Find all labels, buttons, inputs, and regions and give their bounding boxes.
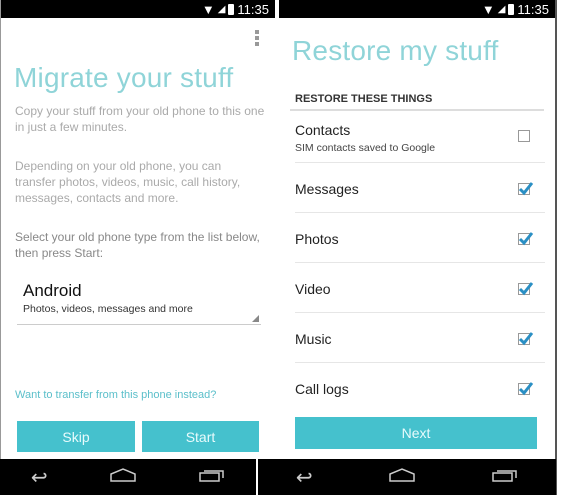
transfer-from-this-phone-link[interactable]: Want to transfer from this phone instead… bbox=[15, 389, 216, 401]
signal-icon: ◢ bbox=[217, 3, 226, 15]
page-title: Migrate your stuff bbox=[14, 62, 234, 93]
item-label: Call logs bbox=[295, 381, 349, 397]
dropdown-description: Photos, videos, messages and more bbox=[23, 303, 193, 315]
item-sublabel: SIM contacts saved to Google bbox=[295, 142, 436, 154]
unchecked-checkbox[interactable] bbox=[518, 130, 530, 142]
navigation-bar: ↩ bbox=[258, 459, 556, 495]
battery-icon bbox=[228, 3, 235, 15]
restore-item-messages[interactable]: Messages bbox=[295, 163, 545, 213]
checkmark-icon bbox=[518, 382, 534, 396]
restore-item-contacts[interactable]: Contacts SIM contacts saved to Google bbox=[295, 113, 545, 163]
checkmark-icon bbox=[518, 182, 534, 196]
battery-icon bbox=[508, 3, 515, 15]
status-bar: ▼ ◢ 11:35 bbox=[279, 0, 555, 18]
signal-icon: ◢ bbox=[497, 3, 506, 15]
restore-item-photos[interactable]: Photos bbox=[295, 213, 545, 263]
wifi-icon: ▼ bbox=[481, 1, 495, 17]
skip-button[interactable]: Skip bbox=[17, 421, 135, 452]
item-label: Contacts bbox=[295, 122, 351, 138]
restore-item-call-logs[interactable]: Call logs bbox=[295, 363, 545, 413]
recent-apps-icon[interactable] bbox=[492, 468, 518, 487]
back-icon[interactable]: ↩ bbox=[296, 465, 313, 490]
home-icon[interactable] bbox=[109, 467, 137, 487]
phone-type-dropdown[interactable]: Android Photos, videos, messages and mor… bbox=[17, 280, 261, 325]
clock: 11:35 bbox=[237, 1, 269, 17]
restore-item-video[interactable]: Video bbox=[295, 263, 545, 313]
item-label: Video bbox=[295, 281, 331, 297]
home-icon[interactable] bbox=[388, 467, 416, 487]
migrate-screen: ▼ ◢ 11:35 Migrate your stuff Copy your s… bbox=[0, 0, 275, 495]
checked-checkbox[interactable] bbox=[518, 332, 534, 346]
checked-checkbox[interactable] bbox=[518, 232, 534, 246]
checkmark-icon bbox=[518, 282, 534, 296]
instruction-text: Select your old phone type from the list… bbox=[15, 230, 260, 260]
dropdown-selected: Android bbox=[23, 281, 82, 300]
checked-checkbox[interactable] bbox=[518, 182, 534, 196]
dropdown-arrow-icon bbox=[252, 315, 259, 322]
restore-screen: ▼ ◢ 11:35 Restore my stuff RESTORE THESE… bbox=[279, 0, 557, 495]
status-bar: ▼ ◢ 11:35 bbox=[1, 0, 275, 18]
recent-apps-icon[interactable] bbox=[199, 468, 225, 487]
next-button[interactable]: Next bbox=[295, 417, 537, 449]
restore-item-music[interactable]: Music bbox=[295, 313, 545, 363]
start-button[interactable]: Start bbox=[142, 421, 259, 452]
item-label: Messages bbox=[295, 181, 359, 197]
section-header: RESTORE THESE THINGS bbox=[290, 93, 544, 111]
intro-text: Copy your stuff from your old phone to t… bbox=[15, 104, 265, 134]
clock: 11:35 bbox=[517, 1, 549, 17]
page-title: Restore my stuff bbox=[292, 35, 499, 66]
details-text: Depending on your old phone, you can tra… bbox=[15, 159, 241, 205]
item-label: Photos bbox=[295, 231, 339, 247]
item-label: Music bbox=[295, 331, 332, 347]
checkmark-icon bbox=[518, 232, 534, 246]
checked-checkbox[interactable] bbox=[518, 382, 534, 396]
navigation-bar: ↩ bbox=[0, 459, 256, 495]
checkmark-icon bbox=[518, 332, 534, 346]
wifi-icon: ▼ bbox=[201, 1, 215, 17]
checked-checkbox[interactable] bbox=[518, 282, 534, 296]
back-icon[interactable]: ↩ bbox=[31, 465, 48, 490]
overflow-menu-icon[interactable] bbox=[254, 30, 260, 46]
